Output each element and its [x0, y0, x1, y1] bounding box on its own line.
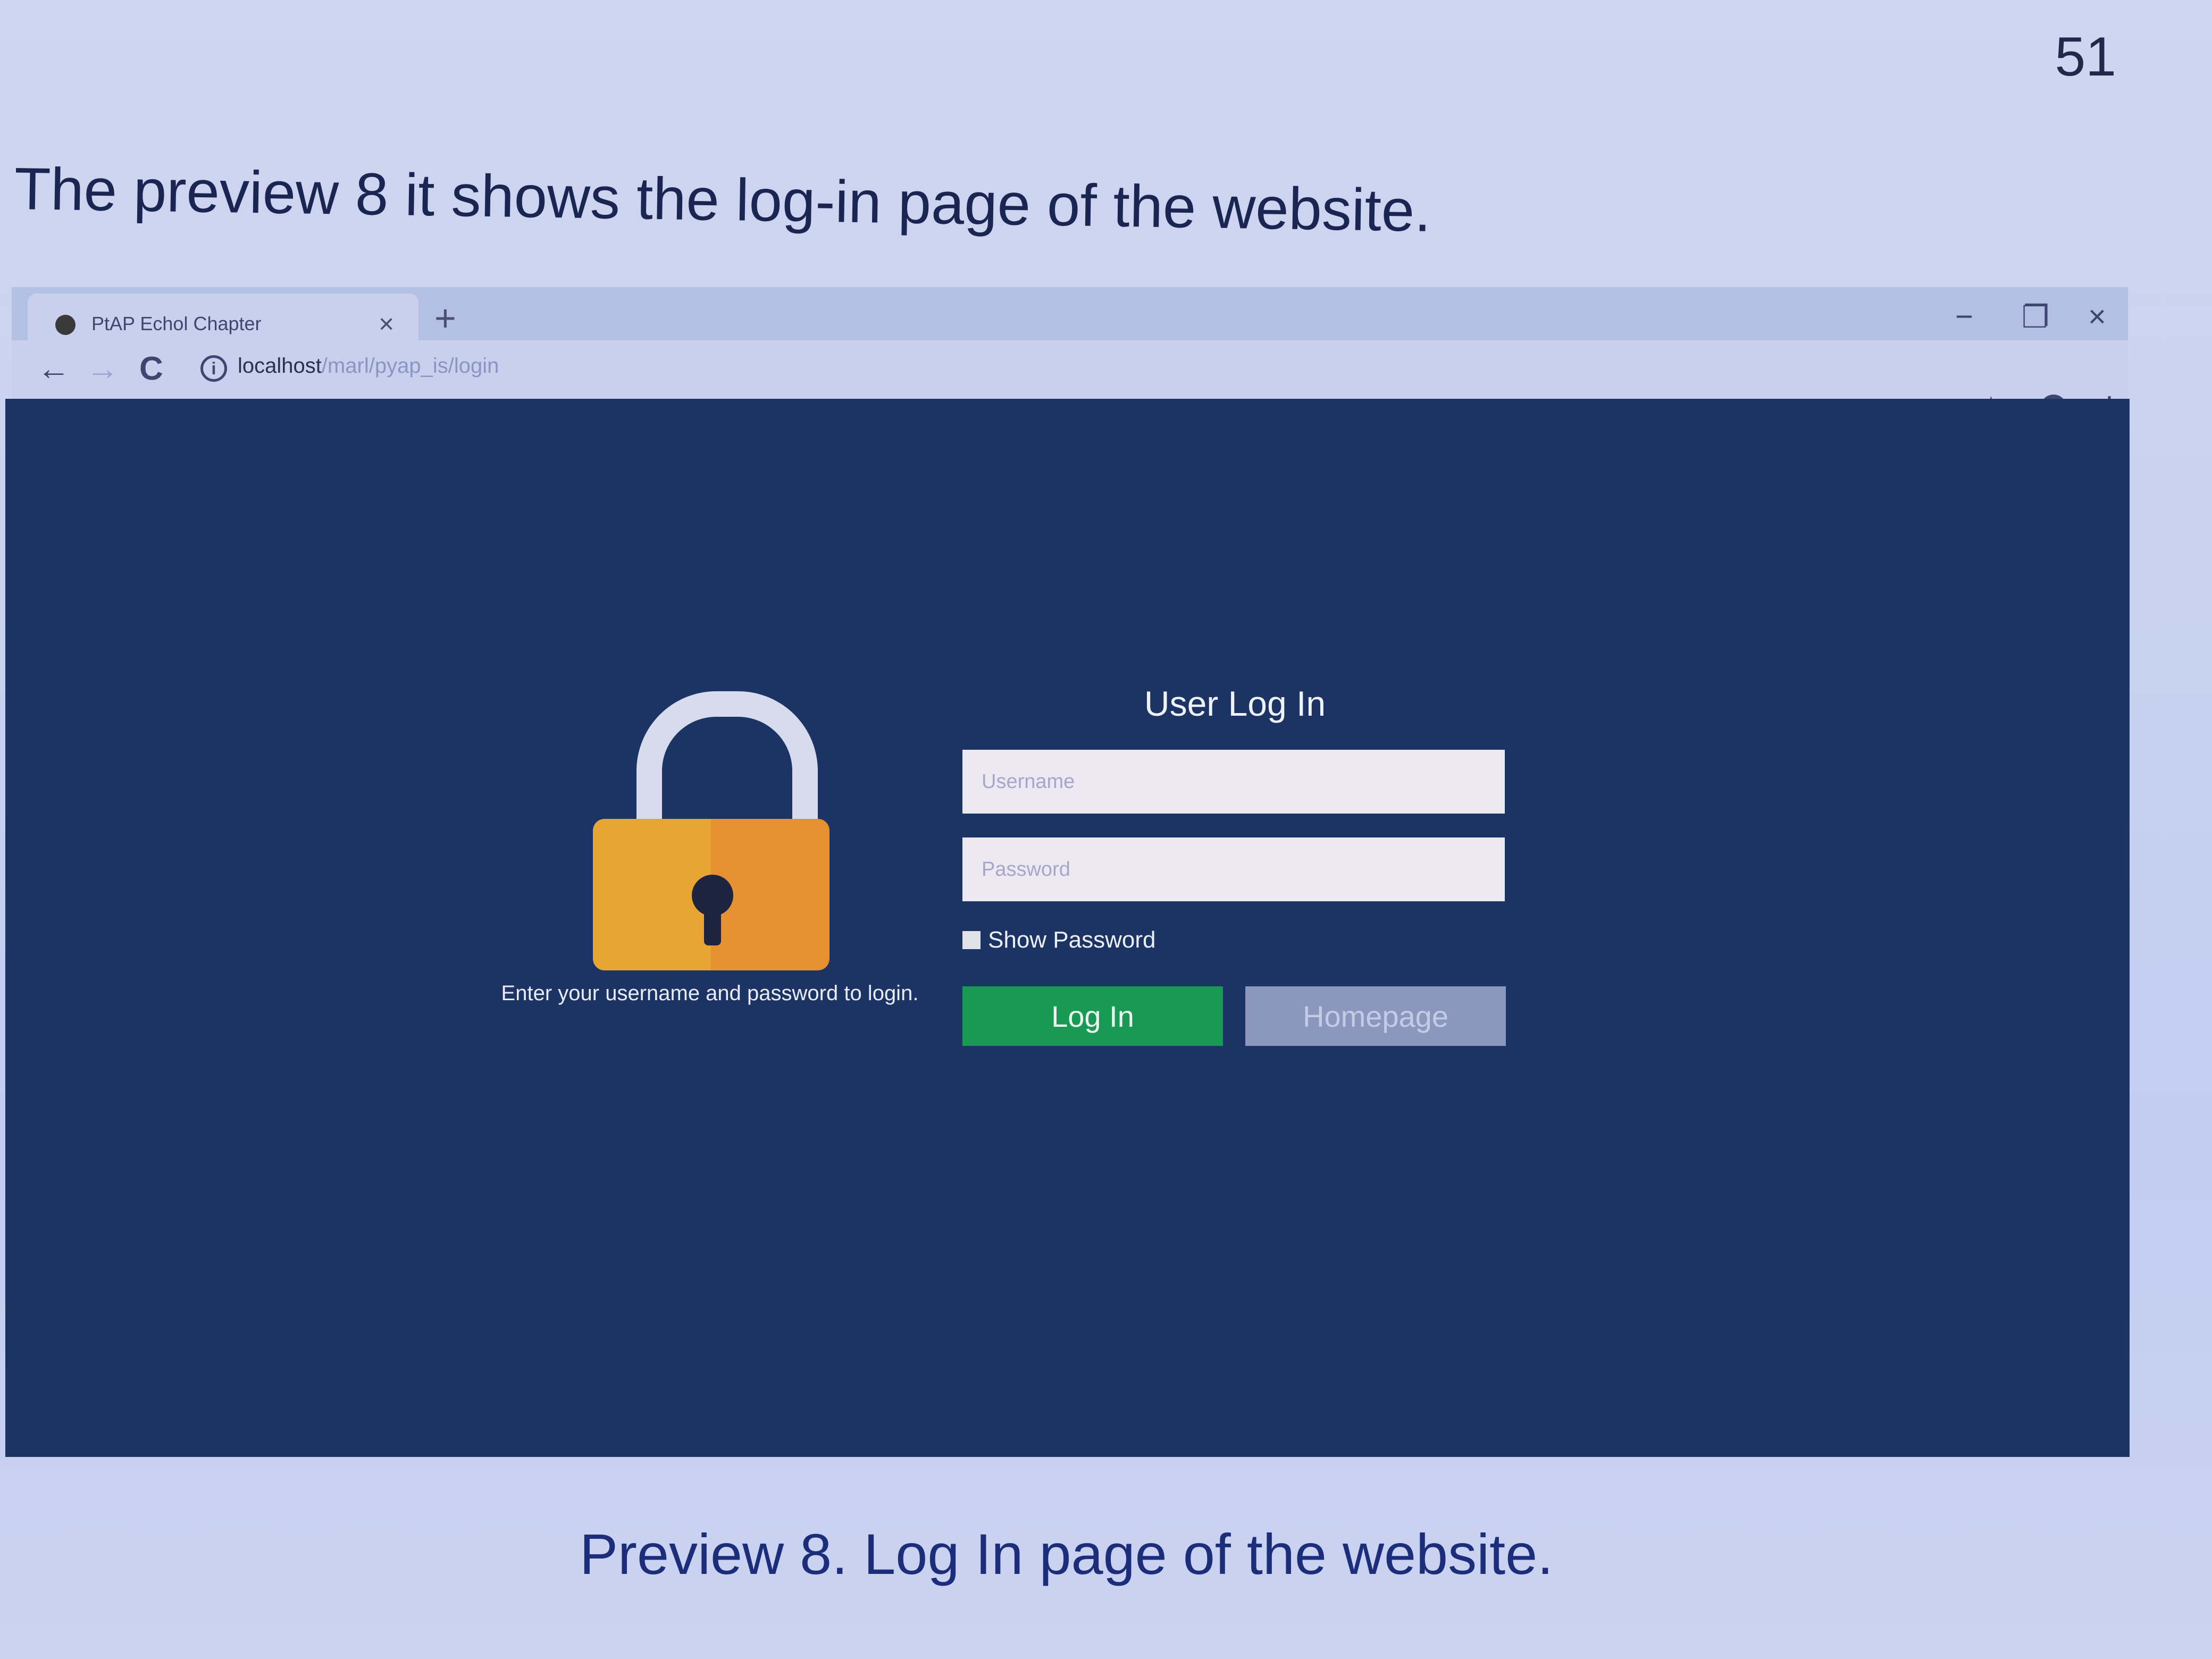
close-tab-icon[interactable]: ×: [379, 308, 394, 339]
favicon-icon: [55, 315, 76, 335]
password-input[interactable]: [962, 837, 1505, 901]
back-button[interactable]: ←: [37, 350, 70, 388]
url-host: localhost: [238, 354, 322, 378]
address-bar[interactable]: localhost/marl/pyap_is/login: [238, 354, 499, 378]
close-window-button[interactable]: ×: [2088, 299, 2106, 334]
username-input[interactable]: [962, 750, 1505, 814]
login-hint: Enter your username and password to logi…: [501, 982, 919, 1005]
padlock-icon: [593, 691, 830, 970]
new-tab-button[interactable]: +: [434, 297, 456, 339]
show-password-checkbox[interactable]: [962, 931, 981, 949]
login-title: User Log In: [1144, 684, 1326, 723]
site-info-icon[interactable]: i: [200, 355, 227, 382]
login-button[interactable]: Log In: [962, 986, 1223, 1046]
tab-title: PtAP Echol Chapter: [91, 313, 262, 334]
url-path: /marl/pyap_is/login: [321, 354, 499, 378]
restore-button[interactable]: ❐: [2022, 299, 2049, 335]
homepage-button[interactable]: Homepage: [1245, 986, 1506, 1046]
intro-text: The preview 8 it shows the log-in page o…: [14, 155, 1432, 244]
show-password-toggle[interactable]: Show Password: [962, 927, 1155, 953]
figure-caption: Preview 8. Log In page of the website.: [580, 1522, 1554, 1586]
keyhole-stem: [704, 904, 721, 945]
show-password-label: Show Password: [988, 927, 1156, 953]
forward-button[interactable]: →: [86, 350, 119, 388]
reload-button[interactable]: C: [139, 350, 163, 388]
minimize-button[interactable]: −: [1955, 299, 1973, 334]
page-number: 51: [2055, 26, 2116, 88]
